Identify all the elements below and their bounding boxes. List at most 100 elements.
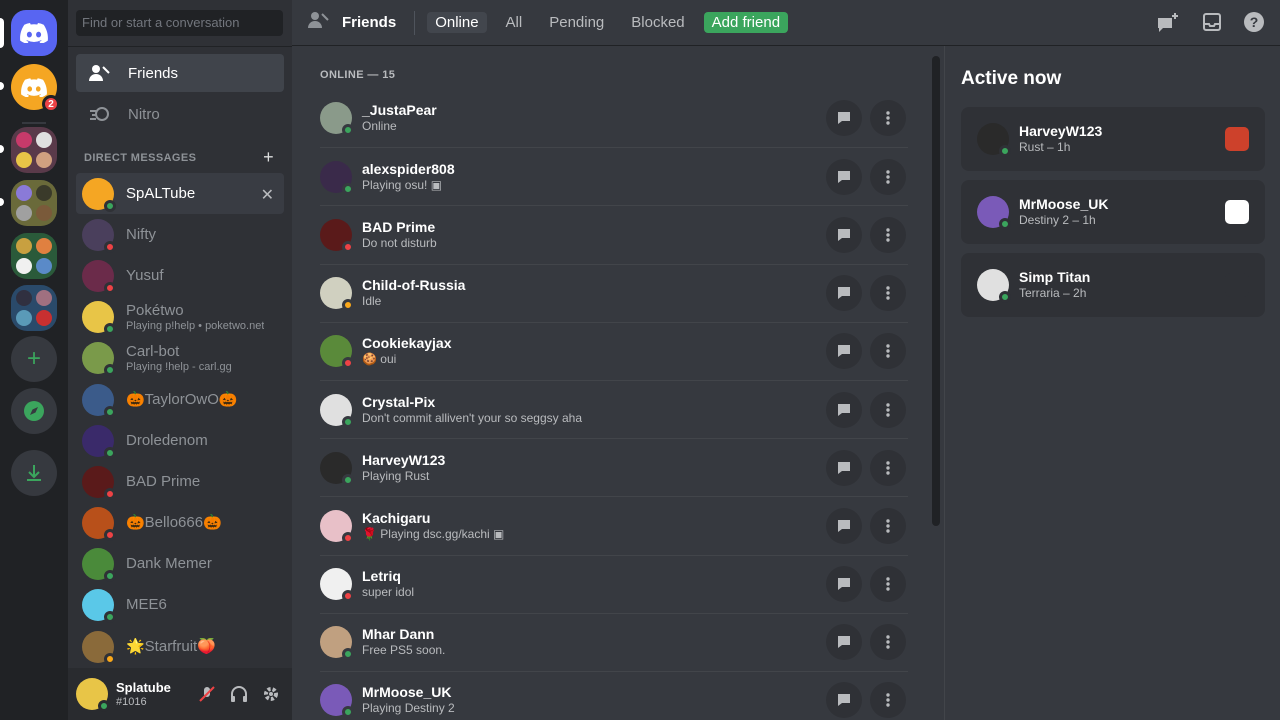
more-button[interactable]: [870, 624, 906, 661]
server-folder-2[interactable]: [11, 180, 57, 226]
avatar[interactable]: [76, 678, 110, 712]
headphones-icon[interactable]: [230, 685, 248, 703]
tab-blocked[interactable]: Blocked: [623, 12, 692, 33]
user-info[interactable]: Splatube #1016: [116, 680, 171, 709]
status-indicator: [342, 182, 354, 195]
more-button[interactable]: [870, 333, 906, 370]
dm-item[interactable]: Droledenom: [76, 420, 284, 461]
dm-item[interactable]: Carl-bot Playing !help - carl.gg: [76, 338, 284, 379]
plus-icon: +: [26, 345, 41, 372]
explore-servers-button[interactable]: [11, 388, 57, 434]
dm-text: Nifty: [126, 226, 156, 244]
more-button[interactable]: [870, 449, 906, 486]
dm-item[interactable]: 🎃Bello666🎃: [76, 503, 284, 544]
close-dm-icon[interactable]: ✕: [261, 185, 274, 205]
create-dm-button[interactable]: +: [263, 148, 274, 166]
dm-item[interactable]: 🎃TaylorOwO🎃: [76, 379, 284, 420]
unread-badge: 2: [42, 95, 60, 113]
dm-item[interactable]: SpALTube ✕: [76, 173, 284, 215]
settings-gear-icon[interactable]: [262, 685, 280, 703]
more-button[interactable]: [870, 275, 906, 312]
more-button[interactable]: [870, 391, 906, 428]
add-server-button[interactable]: +: [11, 336, 57, 382]
tab-all[interactable]: All: [498, 12, 531, 33]
friend-row[interactable]: alexspider808 Playing osu! ▣: [320, 147, 908, 205]
status-indicator: [342, 706, 354, 719]
friend-text: Mhar Dann Free PS5 soon.: [362, 626, 445, 658]
friend-status: 🍪 oui: [362, 352, 397, 367]
activity-card[interactable]: Simp Titan Terraria – 2h: [961, 253, 1265, 317]
more-button[interactable]: [870, 100, 906, 137]
active-now-title: Active now: [961, 68, 1062, 89]
more-button[interactable]: [870, 158, 906, 195]
message-button[interactable]: [826, 624, 862, 661]
friend-row[interactable]: _JustaPear Online: [320, 89, 908, 147]
dm-item[interactable]: BAD Prime: [76, 461, 284, 502]
friend-row[interactable]: Mhar Dann Free PS5 soon.: [320, 612, 908, 671]
friend-row[interactable]: Letriq super idol: [320, 554, 908, 613]
message-button[interactable]: [826, 216, 862, 253]
more-button[interactable]: [870, 216, 906, 253]
friend-row[interactable]: HarveyW123 Playing Rust: [320, 438, 908, 496]
status-indicator: [342, 590, 354, 603]
mute-microphone-icon[interactable]: [198, 685, 216, 703]
friend-row[interactable]: MrMoose_UK Playing Destiny 2: [320, 670, 908, 720]
home-button[interactable]: [11, 10, 57, 56]
dm-text: BAD Prime: [126, 473, 200, 491]
status-indicator: [104, 323, 116, 336]
message-button[interactable]: [826, 566, 862, 603]
nav-friends[interactable]: Friends: [76, 54, 284, 92]
dm-text: Yusuf: [126, 267, 164, 285]
message-button[interactable]: [826, 100, 862, 137]
scrollbar[interactable]: [932, 56, 940, 526]
message-button[interactable]: [826, 333, 862, 370]
friend-row[interactable]: Crystal-Pix Don't commit alliven't your …: [320, 379, 908, 438]
message-button[interactable]: [826, 682, 862, 719]
nav-nitro[interactable]: Nitro: [76, 95, 284, 133]
search-input[interactable]: Find or start a conversation: [76, 10, 283, 36]
new-group-dm-icon[interactable]: [1156, 12, 1180, 34]
message-button[interactable]: [826, 391, 862, 428]
friend-row[interactable]: Cookiekayjax 🍪 oui: [320, 321, 908, 380]
activity-game: Rust – 1h: [1019, 140, 1071, 154]
avatar: [82, 177, 116, 212]
row-actions: [826, 507, 908, 544]
friend-status: Playing Destiny 2: [362, 701, 455, 716]
more-button[interactable]: [870, 682, 906, 719]
dm-item[interactable]: Pokétwo Playing p!help • poketwo.net: [76, 297, 284, 338]
status-indicator: [342, 240, 354, 253]
help-icon[interactable]: ?: [1244, 11, 1264, 32]
message-button[interactable]: [826, 449, 862, 486]
friend-row[interactable]: Child-of-Russia Idle: [320, 263, 908, 322]
friend-row[interactable]: BAD Prime Do not disturb: [320, 205, 908, 263]
dm-unread-avatar[interactable]: 2: [11, 64, 60, 113]
add-friend-button[interactable]: Add friend: [703, 12, 789, 33]
friend-text: _JustaPear Online: [362, 102, 437, 134]
download-apps-button[interactable]: [11, 450, 57, 496]
activity-card[interactable]: HarveyW123 Rust – 1h: [961, 107, 1265, 171]
server-folder-1[interactable]: [11, 127, 57, 173]
dm-text: 🎃Bello666🎃: [126, 514, 222, 532]
message-button[interactable]: [826, 507, 862, 544]
friend-row[interactable]: Kachigaru 🌹 Playing dsc.gg/kachi ▣: [320, 496, 908, 554]
activity-card[interactable]: MrMoose_UK Destiny 2 – 1h: [961, 180, 1265, 244]
dm-item[interactable]: Nifty: [76, 214, 284, 255]
tab-pending[interactable]: Pending: [541, 12, 612, 33]
friend-name: alexspider808: [362, 160, 455, 177]
server-folder-3[interactable]: [11, 233, 57, 279]
friend-name: Mhar Dann: [362, 626, 435, 643]
dm-item[interactable]: MEE6: [76, 585, 284, 626]
user-controls: [198, 685, 292, 703]
server-folder-4[interactable]: [11, 285, 57, 331]
dm-item[interactable]: 🌟Starfruit🍑: [76, 626, 284, 667]
message-button[interactable]: [826, 275, 862, 312]
inbox-icon[interactable]: [1202, 12, 1222, 32]
dm-item[interactable]: Yusuf: [76, 255, 284, 296]
more-button[interactable]: [870, 566, 906, 603]
message-button[interactable]: [826, 158, 862, 195]
more-vertical-icon: [886, 170, 890, 184]
tab-online[interactable]: Online: [427, 12, 487, 33]
more-button[interactable]: [870, 507, 906, 544]
dm-item[interactable]: Dank Memer: [76, 544, 284, 585]
friend-text: Crystal-Pix Don't commit alliven't your …: [362, 394, 582, 426]
